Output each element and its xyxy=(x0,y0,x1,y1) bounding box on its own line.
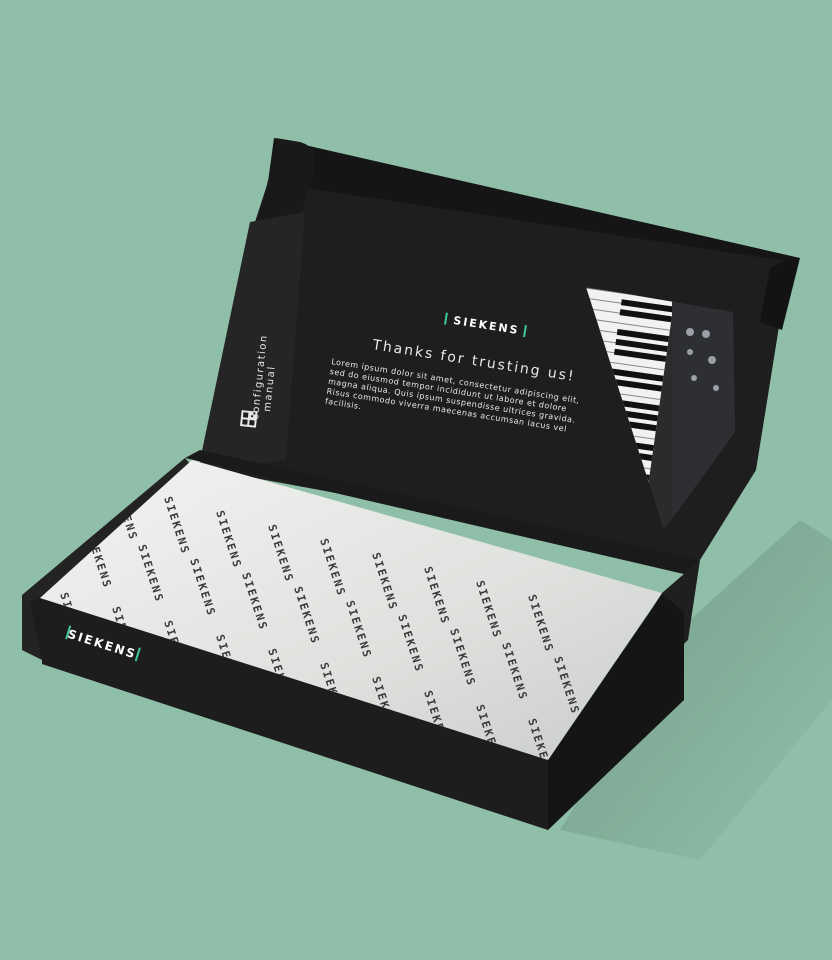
tissue-pattern-word: SIEKENS xyxy=(109,729,140,790)
tissue-pattern-word: SIEKENS xyxy=(57,715,88,776)
tissue-pattern-word: SIEKENS xyxy=(265,771,296,832)
tissue-pattern-word: SIEKENS xyxy=(57,467,88,528)
tissue-pattern-word: SIEKENS xyxy=(161,743,192,804)
tissue-pattern-word: SIEKENS xyxy=(317,785,348,846)
tissue-pattern-word: SIEKENS xyxy=(473,827,504,888)
tissue-pattern-word: SIEKENS xyxy=(213,757,244,818)
qr-code-icon xyxy=(240,410,258,428)
tissue-pattern-word: SIEKENS xyxy=(369,799,400,860)
tissue-pattern-word: SIEKENS xyxy=(525,841,556,902)
tissue-pattern-word: SIEKENS xyxy=(421,813,452,874)
packaging-mockup-scene: SIEKENS Thanks for trusting us! Lorem ip… xyxy=(22,138,832,902)
